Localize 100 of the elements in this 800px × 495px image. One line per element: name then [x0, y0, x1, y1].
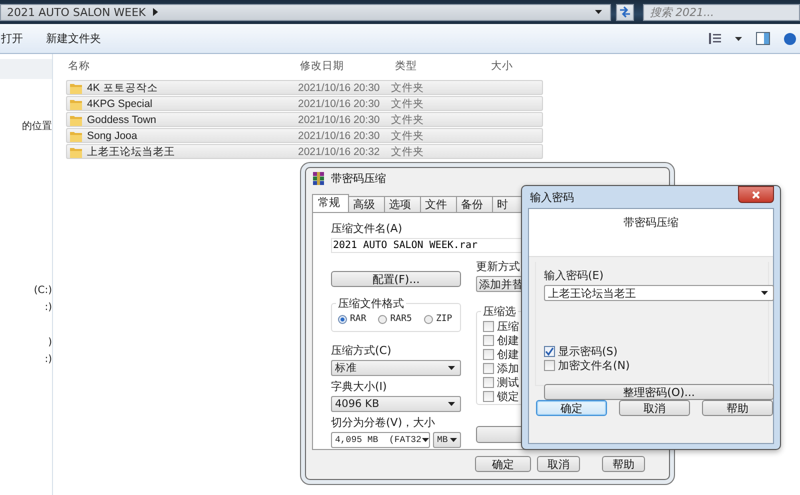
field-label: 输入密码(E) [544, 268, 604, 283]
checkbox[interactable] [544, 360, 555, 370]
tab[interactable]: 高级 [348, 196, 385, 212]
file-type: 文件夹 [391, 112, 424, 126]
dialog-button[interactable]: 确定 [475, 456, 531, 472]
folder-icon [70, 146, 82, 158]
file-name: Goddess Town [87, 114, 156, 126]
dialog-button[interactable]: 帮助 [602, 456, 645, 472]
checkbox-label: 添加 [497, 360, 519, 376]
dialog-title: 带密码压缩 [331, 170, 386, 186]
modified-date: 2021/10/16 20:32 [298, 146, 381, 158]
search-field[interactable]: 搜索 2021... [643, 4, 800, 20]
file-row[interactable]: Goddess Town 2021/10/16 20:30 文件夹 [66, 112, 543, 127]
radio-option[interactable]: RAR5 [378, 314, 412, 324]
file-type: 文件夹 [391, 144, 424, 158]
profiles-button[interactable]: 配置(F)... [331, 271, 461, 287]
folder-icon [70, 82, 82, 94]
tab[interactable]: 选项 [384, 196, 421, 212]
file-type: 文件夹 [391, 128, 424, 142]
tab[interactable]: 备份 [456, 196, 493, 212]
radio-option[interactable]: RAR [338, 314, 366, 324]
checkbox-label: 显示密码(S) [558, 344, 618, 358]
file-name: 4KPG Special [87, 98, 152, 110]
nav-item[interactable]: ) [48, 337, 52, 348]
checkbox-label: 创建 [497, 332, 519, 348]
field-label: 压缩文件名(A) [331, 221, 402, 236]
field-label: 压缩方式(C) [331, 343, 392, 358]
refresh-button[interactable] [616, 4, 634, 20]
file-name: 4K 포토공작소 [87, 80, 158, 94]
checkbox[interactable] [544, 346, 555, 356]
checkbox[interactable] [483, 334, 494, 346]
modified-date: 2021/10/16 20:30 [298, 82, 381, 94]
nav-item[interactable]: (C:) [34, 285, 52, 296]
radio-option[interactable]: ZIP [424, 314, 452, 324]
nav-highlight [0, 59, 52, 79]
file-type: 文件夹 [391, 96, 424, 110]
breadcrumb-item[interactable]: 2021 AUTO SALON WEEK [7, 6, 146, 18]
dialog-button[interactable]: 确定 [536, 400, 607, 416]
chevron-icon [152, 8, 158, 16]
modified-date: 2021/10/16 20:30 [298, 98, 381, 110]
dialog-button[interactable]: 取消 [537, 456, 580, 472]
caret-icon [760, 290, 769, 296]
toolbar-button[interactable]: 打开 [0, 28, 35, 49]
archive-icon [312, 172, 325, 184]
checkbox[interactable] [483, 390, 494, 402]
nav-item[interactable]: :) [44, 302, 52, 313]
nav-item[interactable]: 的位置 [22, 119, 52, 133]
folder-icon [70, 98, 82, 110]
dropdown[interactable]: 标准 [331, 360, 461, 376]
field-label: 切分为分卷(V)，大小 [331, 415, 436, 430]
dialog-title: 输入密码 [530, 190, 574, 204]
folder-icon [70, 114, 82, 126]
preview-pane-icon [756, 32, 770, 45]
group-label: 压缩选 [481, 304, 518, 319]
modified-date: 2021/10/16 20:30 [298, 130, 381, 142]
checkbox-label: 压缩 [497, 318, 519, 334]
organize-passwords-button[interactable]: 整理密码(O)... [544, 384, 774, 400]
checkbox[interactable] [483, 376, 494, 388]
modified-date: 2021/10/16 20:30 [298, 114, 381, 126]
password-field[interactable]: 上老王论坛当老王 [544, 285, 774, 301]
tab[interactable]: 文件 [420, 196, 457, 212]
file-row[interactable]: 4K 포토공작소 2021/10/16 20:30 文件夹 [66, 80, 543, 95]
combo-box[interactable]: 4,095 MB (FAT32 [331, 432, 430, 448]
checkbox[interactable] [483, 362, 494, 374]
toolbar-button[interactable]: 新建文件夹 [45, 28, 113, 49]
file-name: 上老王论坛当老王 [87, 144, 175, 158]
file-row[interactable]: 4KPG Special 2021/10/16 20:30 文件夹 [66, 96, 543, 111]
checkbox[interactable] [483, 320, 494, 332]
file-row[interactable]: 上老王论坛当老王 2021/10/16 20:32 文件夹 [66, 144, 543, 159]
dialog-button[interactable]: 帮助 [702, 400, 773, 416]
dropdown[interactable]: MB [433, 432, 461, 448]
column-header[interactable]: 类型 [393, 59, 489, 73]
tab[interactable]: 常规 [312, 194, 349, 212]
folder-icon [70, 130, 82, 142]
file-row[interactable]: Song Jooa 2021/10/16 20:30 文件夹 [66, 128, 543, 143]
dropdown-icon [735, 36, 742, 40]
caret-icon [447, 401, 456, 407]
field-label: 更新方式 [476, 259, 520, 274]
nav-item[interactable]: :) [44, 354, 52, 365]
address-bar[interactable]: 2021 AUTO SALON WEEK [0, 4, 612, 20]
column-header[interactable]: 名称 [66, 59, 298, 73]
column-header[interactable]: 修改日期 [298, 59, 393, 73]
caret-icon [447, 365, 456, 371]
checkbox-label: 加密文件名(N) [558, 358, 630, 372]
caret-icon [449, 437, 458, 443]
column-header[interactable]: 大小 [489, 59, 513, 73]
checkbox[interactable] [483, 348, 494, 360]
caret-icon [421, 437, 429, 443]
dropdown-icon [595, 10, 602, 14]
view-options-icon [709, 33, 721, 44]
dropdown[interactable]: 4096 KB [331, 396, 461, 412]
close-button[interactable] [738, 186, 774, 203]
dialog-button[interactable]: 取消 [619, 400, 690, 416]
close-icon [752, 190, 760, 198]
dialog-heading: 带密码压缩 [624, 215, 678, 231]
file-name: Song Jooa [87, 130, 138, 142]
field-label: 字典大小(I) [331, 379, 387, 394]
refresh-icon [618, 6, 632, 18]
checkbox-label: 锁定 [497, 388, 519, 404]
file-type: 文件夹 [391, 80, 424, 94]
